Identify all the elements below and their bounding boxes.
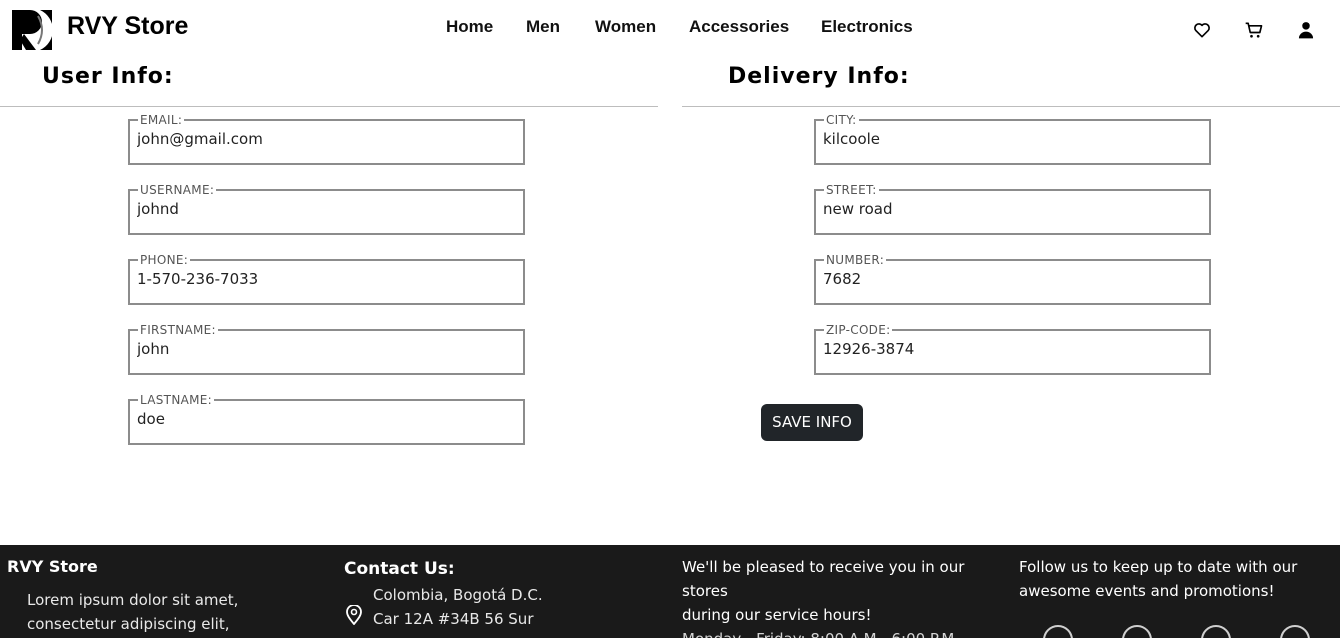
hours-line: We'll be pleased to receive you in our s… bbox=[682, 558, 965, 600]
follow-us: Follow us to keep up to date with our aw… bbox=[1019, 555, 1319, 603]
nav-women[interactable]: Women bbox=[595, 17, 656, 37]
email-field: EMAIL: bbox=[128, 114, 525, 165]
nav-electronics[interactable]: Electronics bbox=[821, 17, 913, 37]
instagram-icon[interactable] bbox=[1043, 625, 1073, 638]
main-nav: Home Men Women Accessories Electronics bbox=[0, 17, 1340, 41]
number-input[interactable] bbox=[823, 270, 1202, 288]
zip-code-label: ZIP-CODE: bbox=[826, 323, 891, 337]
footer-description: Lorem ipsum dolor sit amet, consectetur … bbox=[27, 588, 238, 636]
city-input[interactable] bbox=[823, 130, 1202, 148]
number-label: NUMBER: bbox=[826, 253, 885, 267]
phone-label: PHONE: bbox=[140, 253, 189, 267]
firstname-input[interactable] bbox=[137, 340, 516, 358]
zip-code-input[interactable] bbox=[823, 340, 1202, 358]
lastname-field: LASTNAME: bbox=[128, 394, 525, 445]
lastname-input[interactable] bbox=[137, 410, 516, 428]
phone-field: PHONE: bbox=[128, 254, 525, 305]
city-label: CITY: bbox=[826, 113, 857, 127]
nav-men[interactable]: Men bbox=[526, 17, 560, 37]
user-icon[interactable] bbox=[1296, 20, 1316, 40]
zip-code-field: ZIP-CODE: bbox=[814, 324, 1211, 375]
service-hours: We'll be pleased to receive you in our s… bbox=[682, 555, 1012, 638]
footer-description-line: consectetur adipiscing elit, bbox=[27, 615, 230, 633]
site-header: RVY Store Home Men Women Accessories Ele… bbox=[0, 0, 1340, 60]
twitter-icon[interactable] bbox=[1280, 625, 1310, 638]
user-info-title: User Info: bbox=[42, 64, 174, 89]
cart-icon[interactable] bbox=[1244, 20, 1264, 40]
street-label: STREET: bbox=[826, 183, 877, 197]
follow-line: awesome events and promotions! bbox=[1019, 582, 1275, 600]
street-input[interactable] bbox=[823, 200, 1202, 218]
footer-description-line: Lorem ipsum dolor sit amet, bbox=[27, 591, 239, 609]
email-label: EMAIL: bbox=[140, 113, 183, 127]
city-field: CITY: bbox=[814, 114, 1211, 165]
user-info-divider bbox=[0, 106, 658, 107]
hours-line: during our service hours! bbox=[682, 606, 872, 624]
footer-brand: RVY Store bbox=[7, 557, 98, 576]
nav-home[interactable]: Home bbox=[446, 17, 493, 37]
delivery-info-divider bbox=[682, 106, 1340, 107]
delivery-info-title: Delivery Info: bbox=[728, 64, 910, 89]
address-line: Colombia, Bogotá D.C. bbox=[373, 586, 543, 604]
username-field: USERNAME: bbox=[128, 184, 525, 235]
contact-address: Colombia, Bogotá D.C. Car 12A #34B 56 Su… bbox=[373, 583, 543, 631]
number-field: NUMBER: bbox=[814, 254, 1211, 305]
follow-line: Follow us to keep up to date with our bbox=[1019, 558, 1298, 576]
hours-schedule: Monday - Friday: 8:00 A.M - 6:00 P.M. bbox=[682, 627, 1012, 638]
street-field: STREET: bbox=[814, 184, 1211, 235]
contact-title: Contact Us: bbox=[344, 559, 455, 579]
firstname-label: FIRSTNAME: bbox=[140, 323, 216, 337]
phone-input[interactable] bbox=[137, 270, 516, 288]
address-line: Car 12A #34B 56 Sur bbox=[373, 610, 534, 628]
firstname-field: FIRSTNAME: bbox=[128, 324, 525, 375]
youtube-icon[interactable] bbox=[1201, 625, 1231, 638]
username-input[interactable] bbox=[137, 200, 516, 218]
location-pin-icon bbox=[346, 605, 362, 625]
username-label: USERNAME: bbox=[140, 183, 215, 197]
email-input[interactable] bbox=[137, 130, 516, 148]
facebook-icon[interactable] bbox=[1122, 625, 1152, 638]
nav-accessories[interactable]: Accessories bbox=[689, 17, 789, 37]
save-info-button[interactable]: SAVE INFO bbox=[761, 404, 863, 441]
site-footer: RVY Store Lorem ipsum dolor sit amet, co… bbox=[0, 545, 1340, 638]
heart-icon[interactable] bbox=[1192, 20, 1212, 40]
lastname-label: LASTNAME: bbox=[140, 393, 212, 407]
